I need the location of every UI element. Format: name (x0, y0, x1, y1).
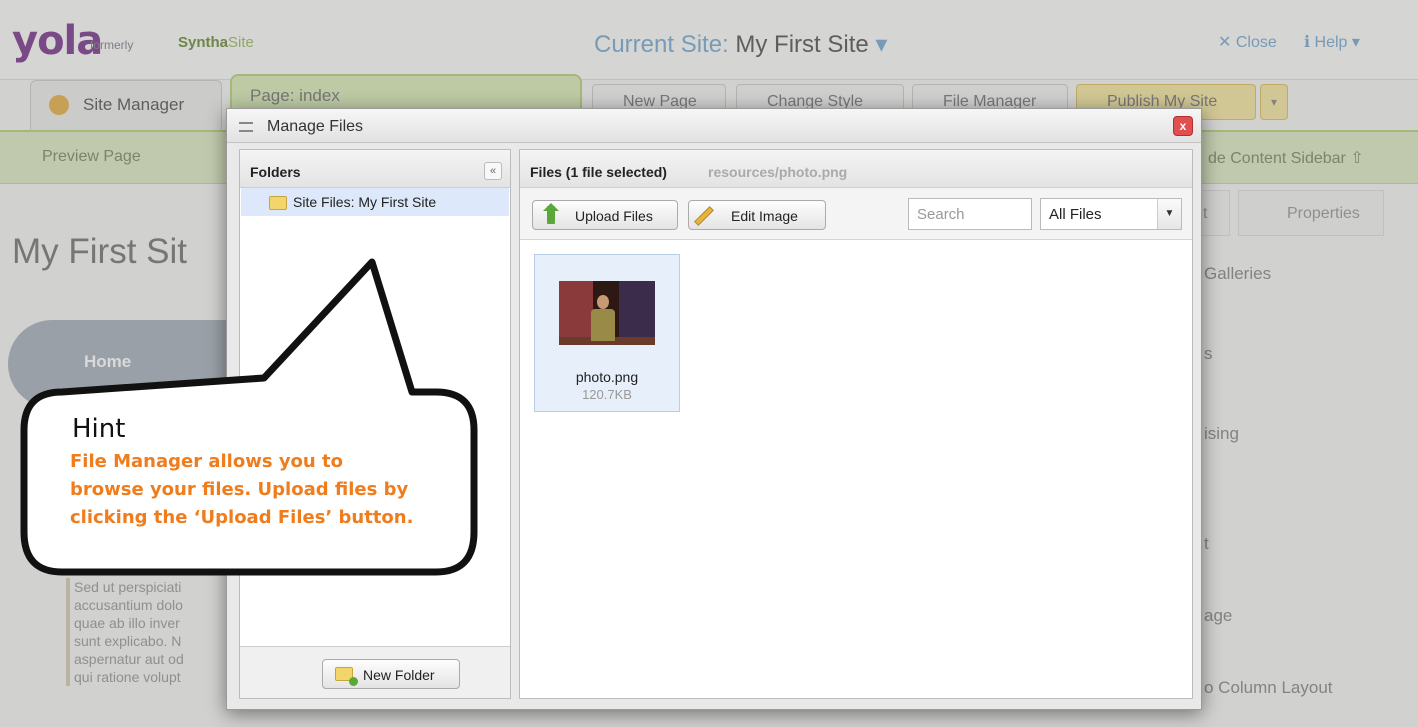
folders-header: Folders « (240, 150, 510, 188)
files-header-label: Files (1 file selected) (530, 164, 667, 180)
hint-body: File Manager allows you to browse your f… (70, 448, 464, 532)
dialog-close-button[interactable]: x (1173, 116, 1193, 136)
new-folder-icon (335, 667, 358, 686)
upload-arrow-icon (543, 203, 559, 224)
hint-line: clicking the ‘Upload Files’ button. (70, 507, 414, 528)
dialog-menu-icon (239, 122, 253, 132)
file-size: 120.7KB (582, 387, 632, 402)
file-item[interactable]: photo.png 120.7KB (534, 254, 680, 412)
hint-title: Hint (72, 414, 126, 444)
hint-line: browse your files. Upload files by (70, 479, 409, 500)
folders-panel: Folders « Site Files: My First Site New … (239, 149, 511, 699)
new-folder-button[interactable]: New Folder (322, 659, 460, 689)
hint-line: File Manager allows you to (70, 451, 343, 472)
dialog-title-bar[interactable]: Manage Files x (227, 109, 1201, 143)
new-folder-label: New Folder (363, 667, 435, 683)
edit-image-label: Edit Image (731, 208, 798, 224)
folders-header-label: Folders (250, 164, 301, 180)
edit-image-button[interactable]: Edit Image (688, 200, 826, 230)
files-path: resources/photo.png (708, 164, 848, 180)
manage-files-dialog: Manage Files x Folders « Site Files: My … (226, 108, 1202, 710)
pencil-icon (694, 206, 714, 226)
collapse-panel-button[interactable]: « (484, 162, 502, 180)
search-input[interactable]: Search (908, 198, 1032, 230)
folders-footer: New Folder (240, 646, 510, 698)
folder-item-label: Site Files: My First Site (293, 194, 437, 210)
file-type-value: All Files (1049, 206, 1102, 223)
files-header: Files (1 file selected) resources/photo.… (520, 150, 1192, 188)
upload-files-label: Upload Files (575, 208, 653, 224)
files-toolbar: Upload Files Edit Image Search All Files… (520, 188, 1192, 240)
folder-icon (269, 196, 287, 210)
file-name: photo.png (575, 369, 639, 385)
file-type-select[interactable]: All Files ▼ (1040, 198, 1182, 230)
chevron-down-icon: ▼ (1157, 199, 1181, 229)
files-panel: Files (1 file selected) resources/photo.… (519, 149, 1193, 699)
photo-thumbnail (559, 281, 655, 345)
upload-files-button[interactable]: Upload Files (532, 200, 678, 230)
folder-item-site-files[interactable]: Site Files: My First Site (241, 188, 509, 216)
dialog-title: Manage Files (267, 118, 364, 135)
